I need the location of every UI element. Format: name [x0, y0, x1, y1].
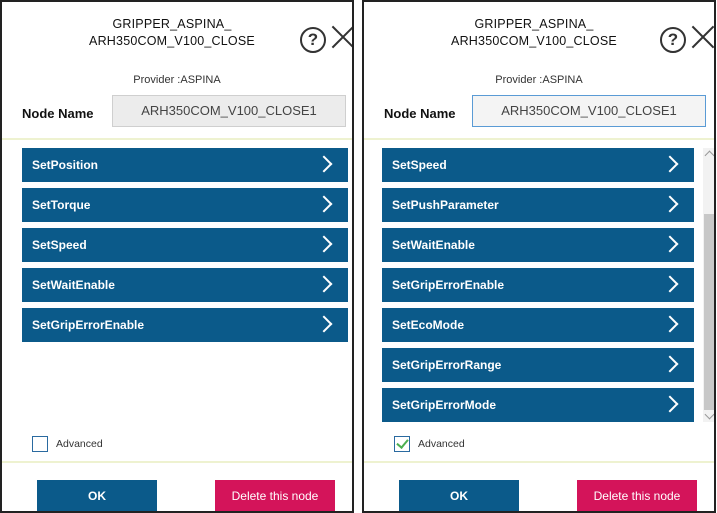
advanced-label: Advanced — [418, 438, 465, 450]
scroll-up-arrow-icon[interactable] — [704, 150, 714, 161]
node-name-field[interactable]: ARH350COM_V100_CLOSE1 — [112, 95, 346, 127]
command-item-setpushparameter[interactable]: SetPushParameter — [382, 188, 694, 222]
advanced-checkbox[interactable] — [394, 436, 410, 452]
command-label: SetGripErrorMode — [392, 398, 497, 412]
chevron-right-icon — [661, 155, 679, 173]
scroll-down-arrow-icon[interactable] — [704, 409, 714, 420]
list-scrollbar[interactable] — [703, 148, 714, 422]
chevron-right-icon — [315, 155, 333, 173]
node-name-label: Node Name — [22, 106, 94, 121]
chevron-right-icon — [661, 395, 679, 413]
command-list: SetSpeed SetPushParameter SetWaitEnable … — [382, 148, 694, 428]
provider-text: Provider :ASPINA — [495, 74, 583, 86]
command-item-setwaitenable[interactable]: SetWaitEnable — [22, 268, 348, 302]
command-item-setecomode[interactable]: SetEcoMode — [382, 308, 694, 342]
dialog-title: GRIPPER_ASPINA_ ARH350COM_V100_CLOSE — [434, 16, 634, 50]
command-label: SetGripErrorEnable — [32, 318, 145, 332]
chevron-right-icon — [315, 275, 333, 293]
command-label: SetPushParameter — [392, 198, 499, 212]
divider — [364, 138, 714, 140]
command-label: SetPosition — [32, 158, 99, 172]
command-item-setwaitenable[interactable]: SetWaitEnable — [382, 228, 694, 262]
ok-button[interactable]: OK — [37, 480, 157, 511]
command-label: SetSpeed — [392, 158, 447, 172]
chevron-right-icon — [661, 275, 679, 293]
command-item-setgriperrorenable[interactable]: SetGripErrorEnable — [382, 268, 694, 302]
dialog-title: GRIPPER_ASPINA_ ARH350COM_V100_CLOSE — [72, 16, 272, 50]
ok-button[interactable]: OK — [399, 480, 519, 511]
command-item-setgriperrormode[interactable]: SetGripErrorMode — [382, 388, 694, 422]
command-label: SetGripErrorEnable — [392, 278, 505, 292]
command-label: SetSpeed — [32, 238, 87, 252]
node-name-label: Node Name — [384, 106, 456, 121]
chevron-right-icon — [661, 235, 679, 253]
advanced-checkbox[interactable] — [32, 436, 48, 452]
chevron-right-icon — [661, 315, 679, 333]
node-dialog-right: GRIPPER_ASPINA_ ARH350COM_V100_CLOSE ? P… — [362, 0, 716, 513]
chevron-right-icon — [315, 235, 333, 253]
help-icon[interactable]: ? — [660, 27, 686, 53]
command-label: SetGripErrorRange — [392, 358, 502, 372]
chevron-right-icon — [315, 315, 333, 333]
provider-text: Provider :ASPINA — [133, 74, 221, 86]
command-item-settorque[interactable]: SetTorque — [22, 188, 348, 222]
delete-node-button[interactable]: Delete this node — [215, 480, 335, 511]
command-list: SetPosition SetTorque SetSpeed SetWaitEn… — [22, 148, 348, 348]
command-item-setposition[interactable]: SetPosition — [22, 148, 348, 182]
command-label: SetWaitEnable — [392, 238, 475, 252]
delete-node-button[interactable]: Delete this node — [577, 480, 697, 511]
command-item-setspeed[interactable]: SetSpeed — [382, 148, 694, 182]
command-item-setspeed[interactable]: SetSpeed — [22, 228, 348, 262]
advanced-label: Advanced — [56, 438, 103, 450]
command-label: SetWaitEnable — [32, 278, 115, 292]
dialog-footer: OK Delete this node — [364, 463, 714, 511]
chevron-right-icon — [661, 195, 679, 213]
scrollbar-thumb[interactable] — [704, 214, 714, 410]
command-label: SetEcoMode — [392, 318, 465, 332]
close-icon[interactable] — [690, 22, 714, 52]
title-line-2: ARH350COM_V100_CLOSE — [89, 34, 255, 48]
command-item-setgriperrorenable[interactable]: SetGripErrorEnable — [22, 308, 348, 342]
chevron-right-icon — [661, 355, 679, 373]
help-icon[interactable]: ? — [300, 27, 326, 53]
close-icon[interactable] — [330, 22, 352, 52]
chevron-right-icon — [315, 195, 333, 213]
divider — [2, 138, 352, 140]
title-line-1: GRIPPER_ASPINA_ — [474, 17, 594, 31]
title-line-1: GRIPPER_ASPINA_ — [112, 17, 232, 31]
node-dialog-left: GRIPPER_ASPINA_ ARH350COM_V100_CLOSE ? P… — [0, 0, 354, 513]
command-label: SetTorque — [32, 198, 91, 212]
title-line-2: ARH350COM_V100_CLOSE — [451, 34, 617, 48]
dialog-footer: OK Delete this node — [2, 463, 352, 511]
command-item-setgriperrorrange[interactable]: SetGripErrorRange — [382, 348, 694, 382]
node-name-field[interactable]: ARH350COM_V100_CLOSE1 — [472, 95, 706, 127]
